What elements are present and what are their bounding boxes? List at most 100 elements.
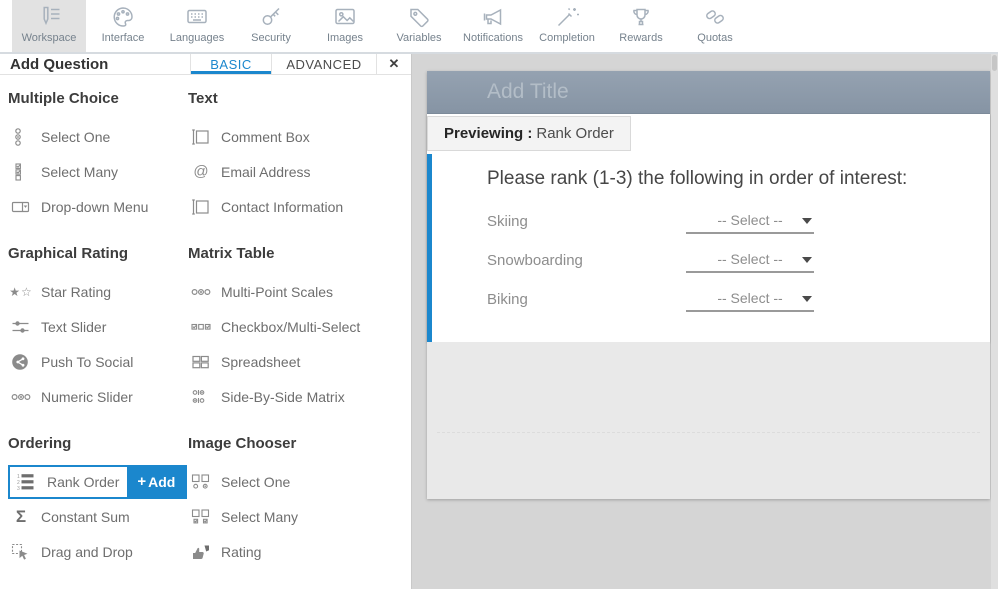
- item-comment-box[interactable]: Comment Box: [188, 119, 404, 154]
- preview-area: Add Title Previewing :Rank Order Please …: [412, 54, 998, 589]
- dropdown-caret-icon: [802, 296, 812, 302]
- text-box-cursor-icon: [188, 198, 214, 216]
- item-drag-and-drop[interactable]: Drag and Drop: [8, 534, 188, 569]
- item-multi-point-scales[interactable]: Multi-Point Scales: [188, 274, 404, 309]
- item-image-select-many[interactable]: Select Many: [188, 499, 404, 534]
- vertical-scrollbar[interactable]: [991, 54, 998, 589]
- share-circle-icon: [8, 353, 34, 371]
- megaphone-icon: [480, 3, 506, 31]
- palette-icon: [110, 3, 136, 31]
- dropdown-caret-icon: [802, 218, 812, 224]
- rank-select-skiing[interactable]: -- Select --: [686, 208, 814, 234]
- section-title: Matrix Table: [188, 244, 404, 264]
- image-checkbox-icon: [188, 508, 214, 526]
- toolbar-item-security[interactable]: Security: [234, 0, 308, 52]
- image-radio-icon: [188, 473, 214, 491]
- item-email-address[interactable]: @ Email Address: [188, 154, 404, 189]
- section-title: Text: [188, 89, 404, 109]
- chain-links-icon: [702, 3, 728, 31]
- previewing-badge: Previewing :Rank Order: [427, 116, 631, 151]
- item-image-select-one[interactable]: Select One: [188, 464, 404, 499]
- toolbar-item-languages[interactable]: Languages: [160, 0, 234, 52]
- item-rank-order-selected[interactable]: 123 Rank Order +Add: [8, 464, 188, 499]
- question-type-list: Multiple Choice Select One Select Many: [0, 75, 411, 589]
- toolbar-item-rewards[interactable]: Rewards: [604, 0, 678, 52]
- item-checkbox-multi-select[interactable]: Checkbox/Multi-Select: [188, 309, 404, 344]
- tab-basic[interactable]: BASIC: [190, 54, 271, 74]
- rank-row: Biking -- Select --: [487, 286, 990, 312]
- toolbar-item-variables[interactable]: Variables: [382, 0, 456, 52]
- item-side-by-side-matrix[interactable]: Side-By-Side Matrix: [188, 379, 404, 414]
- radio-row-icon: [8, 388, 34, 406]
- toolbar-label: Notifications: [463, 32, 523, 44]
- toolbar-label: Rewards: [619, 32, 662, 44]
- close-panel-button[interactable]: ✕: [376, 54, 411, 74]
- radio-row-icon: [188, 283, 214, 301]
- matrix-grid-icon: [188, 388, 214, 406]
- section-multiple-choice: Multiple Choice Select One Select Many: [8, 89, 188, 224]
- toolbar-label: Languages: [170, 32, 224, 44]
- add-question-panel: Add Question BASIC ADVANCED ✕ Multiple C…: [0, 54, 412, 589]
- item-constant-sum[interactable]: Σ Constant Sum: [8, 499, 188, 534]
- drag-cursor-icon: [8, 543, 34, 561]
- toolbar-item-workspace[interactable]: Workspace: [12, 0, 86, 52]
- svg-text:3: 3: [17, 486, 20, 491]
- item-push-to-social[interactable]: Push To Social: [8, 344, 188, 379]
- add-title-placeholder: Add Title: [487, 80, 569, 104]
- card-empty-body: [427, 342, 990, 499]
- item-star-rating[interactable]: ★☆ Star Rating: [8, 274, 188, 309]
- toolbar-label: Variables: [396, 32, 441, 44]
- item-mc-select-one[interactable]: Select One: [8, 119, 188, 154]
- survey-builder-app: Workspace Interface Languages Security I…: [0, 0, 998, 591]
- section-title: Image Chooser: [188, 434, 404, 454]
- sliders-icon: [8, 318, 34, 336]
- dropdown-box-icon: [8, 198, 34, 216]
- magic-wand-icon: [554, 3, 580, 31]
- trophy-icon: [628, 3, 654, 31]
- rank-select-biking[interactable]: -- Select --: [686, 286, 814, 312]
- item-contact-information[interactable]: Contact Information: [188, 189, 404, 224]
- question-preview-card: Add Title Previewing :Rank Order Please …: [427, 71, 990, 499]
- item-mc-select-many[interactable]: Select Many: [8, 154, 188, 189]
- toolbar-label: Security: [251, 32, 291, 44]
- toolbar-label: Quotas: [697, 32, 732, 44]
- item-image-rating[interactable]: Rating: [188, 534, 404, 569]
- section-matrix-table: Matrix Table Multi-Point Scales Checkbox…: [188, 244, 404, 414]
- stars-icon: ★☆: [8, 285, 34, 299]
- toolbar-item-interface[interactable]: Interface: [86, 0, 160, 52]
- close-icon: ✕: [389, 56, 400, 72]
- section-title: Multiple Choice: [8, 89, 188, 109]
- active-question-indicator: [427, 154, 432, 342]
- toolbar-label: Workspace: [22, 32, 77, 44]
- toolbar-item-completion[interactable]: Completion: [530, 0, 604, 52]
- checkbox-list-icon: [8, 163, 34, 181]
- sigma-icon: Σ: [8, 507, 34, 527]
- image-icon: [332, 3, 358, 31]
- add-title-bar[interactable]: Add Title: [427, 71, 990, 114]
- panel-title: Add Question: [0, 54, 190, 74]
- toolbar-label: Interface: [102, 32, 145, 44]
- toolbar-label: Completion: [539, 32, 595, 44]
- add-question-button[interactable]: +Add: [127, 467, 185, 497]
- checkbox-row-icon: [188, 318, 214, 336]
- tag-icon: [406, 3, 432, 31]
- selected-question-type: 123 Rank Order +Add: [8, 465, 187, 499]
- radio-list-icon: [8, 128, 34, 146]
- rank-select-snowboarding[interactable]: -- Select --: [686, 247, 814, 273]
- item-text-slider[interactable]: Text Slider: [8, 309, 188, 344]
- toolbar-item-images[interactable]: Images: [308, 0, 382, 52]
- section-graphical-rating: Graphical Rating ★☆ Star Rating Text Sli…: [8, 244, 188, 414]
- numbered-list-icon: 123: [14, 473, 40, 491]
- toolbar-item-quotas[interactable]: Quotas: [678, 0, 752, 52]
- key-icon: [258, 3, 284, 31]
- scrollbar-thumb[interactable]: [992, 55, 997, 71]
- tab-advanced[interactable]: ADVANCED: [271, 54, 376, 74]
- toolbar-label: Images: [327, 32, 363, 44]
- rank-row: Snowboarding -- Select --: [487, 247, 990, 273]
- panel-header: Add Question BASIC ADVANCED ✕: [0, 54, 411, 75]
- item-numeric-slider[interactable]: Numeric Slider: [8, 379, 188, 414]
- item-dropdown-menu[interactable]: Drop-down Menu: [8, 189, 188, 224]
- item-spreadsheet[interactable]: Spreadsheet: [188, 344, 404, 379]
- keyboard-icon: [184, 3, 210, 31]
- toolbar-item-notifications[interactable]: Notifications: [456, 0, 530, 52]
